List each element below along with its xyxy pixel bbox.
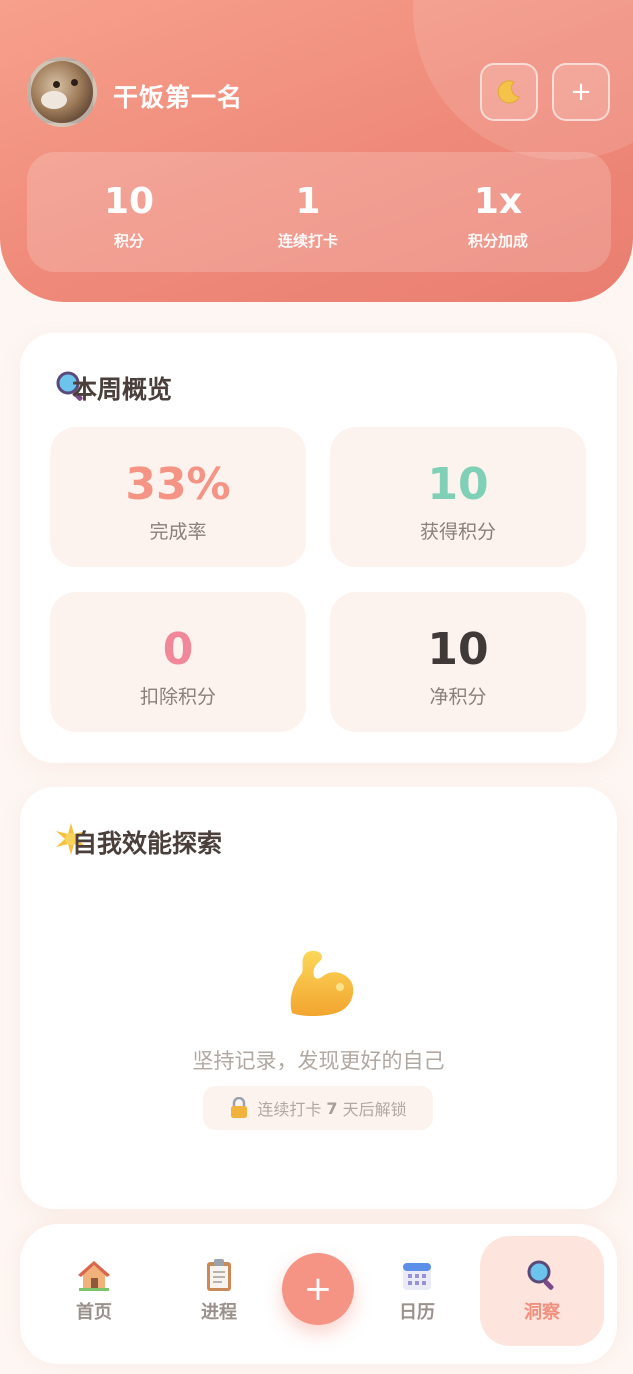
- stat-label: 连续打卡: [277, 232, 338, 250]
- nav-item-insights[interactable]: 洞察: [480, 1236, 604, 1346]
- lock-icon: [231, 1097, 248, 1118]
- self-efficacy-card: 自我效能探索 坚持记录，发现更好的自己 连续打卡 7 天后解锁: [20, 787, 617, 1209]
- moon-icon: [497, 80, 520, 104]
- bottom-nav: 首页 进程 + 日历 洞察: [20, 1224, 617, 1364]
- calendar-icon: [403, 1263, 431, 1290]
- weekly-overview-card: 本周概览 33% 完成率 10 获得积分 0 扣除积分 10 净积分: [20, 333, 617, 763]
- tile-value: 10: [427, 624, 489, 675]
- profile-header: 干饭第一名 + 10 积分 1 连续打卡 1x 积分加成: [0, 0, 633, 302]
- tile-points-earned: 10 获得积分: [330, 427, 586, 567]
- tile-label: 获得积分: [419, 521, 496, 543]
- theme-toggle-button[interactable]: [480, 63, 538, 121]
- stat-label: 积分: [113, 232, 144, 250]
- magnifier-icon: [527, 1260, 554, 1290]
- nav-item-calendar[interactable]: 日历: [355, 1236, 479, 1346]
- tile-completion-rate: 33% 完成率: [50, 427, 306, 567]
- plus-icon: +: [570, 77, 592, 107]
- stat-points: 10 积分: [49, 182, 209, 251]
- stat-value: 1x: [473, 181, 523, 222]
- empty-state-text: 坚持记录，发现更好的自己: [192, 1049, 445, 1073]
- stat-label: 积分加成: [467, 232, 528, 250]
- nav-item-progress[interactable]: 进程: [157, 1236, 281, 1346]
- house-icon: [78, 1261, 110, 1291]
- unlock-hint-prefix: 连续打卡: [257, 1100, 322, 1119]
- unlock-hint-days: 7: [326, 1098, 338, 1118]
- unlock-hint: 连续打卡 7 天后解锁: [203, 1086, 433, 1130]
- nav-label: 日历: [399, 1302, 435, 1323]
- avatar-dog-eye: [53, 81, 60, 88]
- nav-label: 进程: [201, 1302, 237, 1323]
- add-fab-button[interactable]: +: [282, 1253, 354, 1325]
- tile-net-points: 10 净积分: [330, 592, 586, 732]
- nav-item-home[interactable]: 首页: [32, 1236, 156, 1346]
- stat-value: 1: [295, 181, 321, 222]
- tile-label: 净积分: [429, 686, 487, 708]
- plus-icon: +: [303, 1269, 333, 1309]
- nav-label: 首页: [76, 1302, 112, 1323]
- tile-label: 完成率: [149, 521, 207, 543]
- card-title: 本周概览: [72, 375, 173, 404]
- avatar-dog-eye: [71, 79, 78, 86]
- card-title: 自我效能探索: [72, 829, 223, 858]
- tile-value: 10: [427, 459, 489, 510]
- tile-value: 33%: [125, 459, 231, 510]
- nav-label: 洞察: [524, 1302, 560, 1323]
- stats-panel: 10 积分 1 连续打卡 1x 积分加成: [27, 152, 611, 272]
- stat-streak: 1 连续打卡: [228, 182, 388, 251]
- tile-label: 扣除积分: [139, 686, 216, 708]
- user-name: 干饭第一名: [113, 83, 244, 112]
- add-button[interactable]: +: [552, 63, 610, 121]
- avatar[interactable]: [27, 57, 97, 127]
- flexed-bicep-icon: [290, 950, 354, 1016]
- unlock-hint-suffix: 天后解锁: [342, 1100, 407, 1119]
- tile-points-deducted: 0 扣除积分: [50, 592, 306, 732]
- stat-multiplier: 1x 积分加成: [418, 182, 578, 251]
- clipboard-icon: [207, 1259, 231, 1291]
- tile-value: 0: [162, 624, 194, 675]
- avatar-dog-snout: [41, 91, 67, 109]
- stat-value: 10: [103, 181, 155, 222]
